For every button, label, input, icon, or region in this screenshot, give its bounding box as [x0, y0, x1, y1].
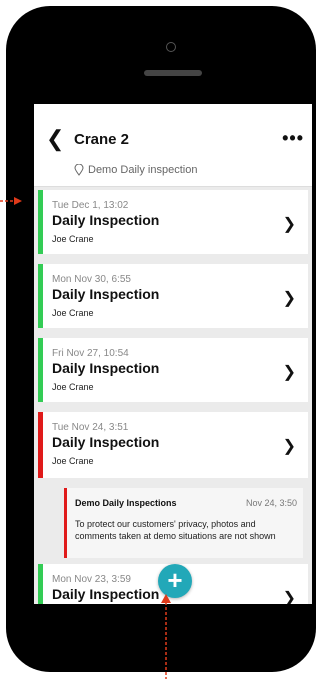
- phone-frame: ❮ Crane 2 ••• Demo Daily inspection Tue …: [6, 6, 316, 672]
- app-screen: ❮ Crane 2 ••• Demo Daily inspection Tue …: [34, 104, 312, 604]
- location-line: Demo Daily inspection: [74, 164, 197, 176]
- inspector-name: Joe Crane: [52, 308, 94, 318]
- location-pin-icon: [74, 164, 84, 176]
- inspection-name: Daily Inspection: [52, 360, 160, 376]
- inspection-time: Mon Nov 30, 6:55: [52, 274, 131, 285]
- inspector-name: Joe Crane: [52, 234, 94, 244]
- location-label: Demo Daily inspection: [88, 164, 198, 176]
- speaker-grille: [144, 70, 202, 76]
- status-bar-green: [38, 190, 43, 254]
- inspection-time: Mon Nov 23, 3:59: [52, 574, 131, 585]
- note-time: Nov 24, 3:50: [245, 498, 297, 508]
- demo-note: Demo Daily Inspections Nov 24, 3:50 To p…: [64, 488, 303, 558]
- note-body: To protect our customers' privacy, photo…: [75, 519, 276, 541]
- note-title: Demo Daily Inspections: [75, 498, 177, 508]
- header: ❮ Crane 2 ••• Demo Daily inspection: [34, 104, 312, 187]
- page-title: Crane 2: [74, 131, 130, 148]
- inspection-card[interactable]: Tue Nov 24, 3:51 Daily Inspection Joe Cr…: [38, 412, 308, 478]
- inspection-name: Daily Inspection: [52, 212, 160, 228]
- chevron-right-icon: ❯: [282, 216, 296, 233]
- add-inspection-button[interactable]: +: [158, 564, 192, 598]
- status-bar-green: [38, 338, 43, 402]
- chevron-right-icon: ❯: [282, 590, 296, 604]
- back-icon[interactable]: ❮: [46, 128, 64, 150]
- inspection-card[interactable]: Fri Nov 27, 10:54 Daily Inspection Joe C…: [38, 338, 308, 402]
- inspection-name: Daily Inspection: [52, 586, 160, 602]
- inspector-name: Joe Crane: [52, 382, 94, 392]
- more-options-icon[interactable]: •••: [282, 128, 304, 149]
- annotation-arrow-right-icon: [0, 197, 22, 205]
- status-bar-red: [38, 412, 43, 478]
- camera-icon: [166, 42, 176, 52]
- inspector-name: Joe Crane: [52, 456, 94, 466]
- chevron-right-icon: ❯: [282, 364, 296, 381]
- status-bar-green: [38, 264, 43, 328]
- inspection-time: Fri Nov 27, 10:54: [52, 348, 129, 359]
- inspection-card[interactable]: Tue Dec 1, 13:02 Daily Inspection Joe Cr…: [38, 190, 308, 254]
- inspection-time: Tue Nov 24, 3:51: [52, 422, 129, 433]
- status-bar-green: [38, 564, 43, 604]
- chevron-right-icon: ❯: [282, 290, 296, 307]
- chevron-right-icon: ❯: [282, 438, 296, 455]
- inspection-name: Daily Inspection: [52, 434, 160, 450]
- annotation-arrow-up-icon: [161, 594, 171, 679]
- inspection-card[interactable]: Mon Nov 30, 6:55 Daily Inspection Joe Cr…: [38, 264, 308, 328]
- inspection-name: Daily Inspection: [52, 286, 160, 302]
- inspection-time: Tue Dec 1, 13:02: [52, 200, 129, 211]
